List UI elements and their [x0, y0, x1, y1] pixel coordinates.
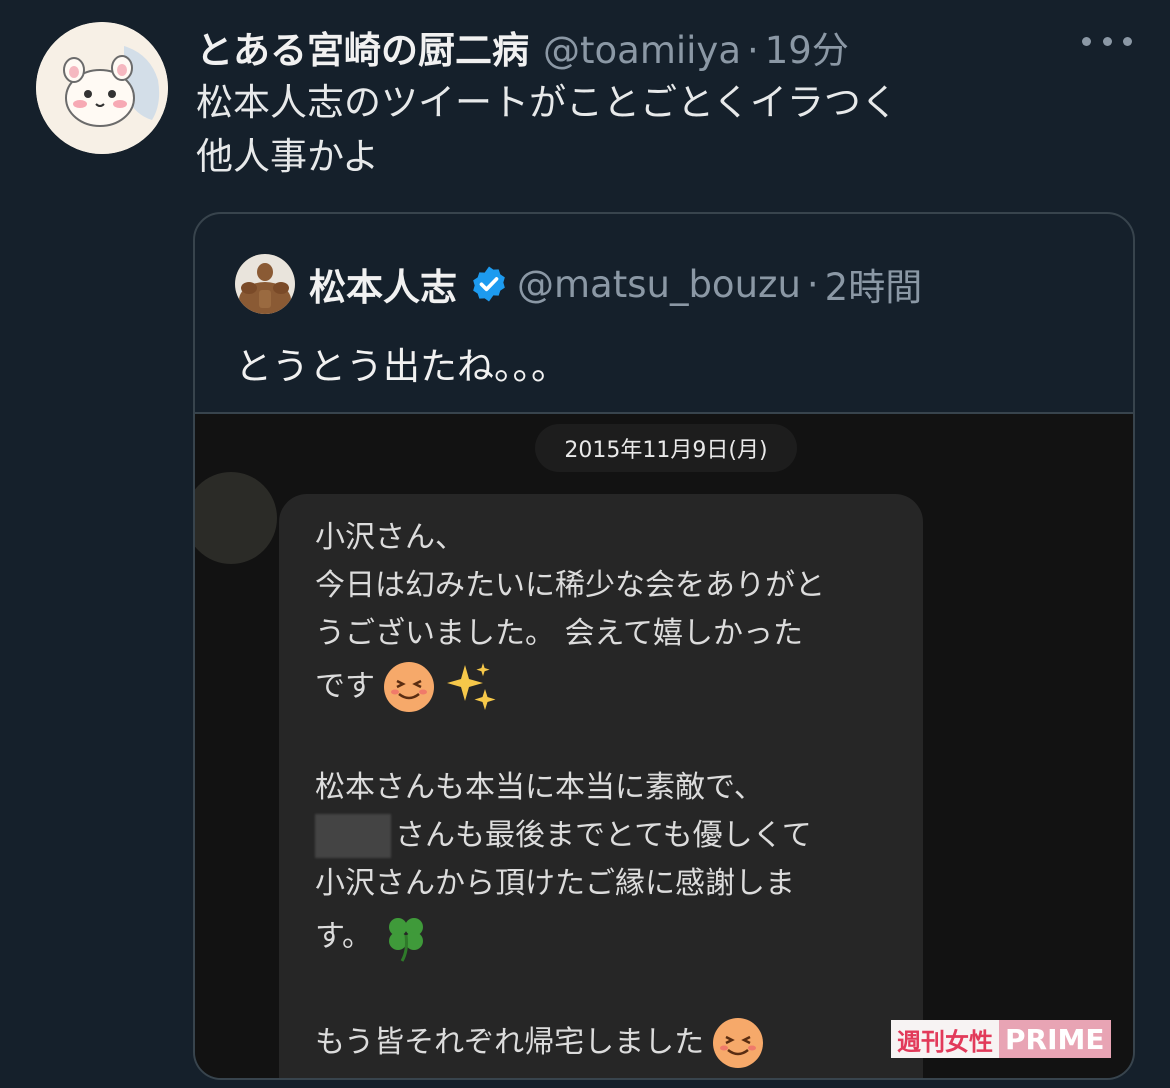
- quoted-user-handle[interactable]: @matsu_bouzu: [517, 263, 801, 306]
- tweet-text-line: 松本人志のツイートがことごとくイラつく: [196, 81, 898, 124]
- quoted-tweet-time[interactable]: 2時間: [825, 257, 923, 311]
- attached-image[interactable]: 2015年11月9日(月) 小沢さん、 今日は幻みたいに稀少な会をありがと うご…: [195, 412, 1133, 1080]
- hamster-avatar-icon: [36, 22, 168, 154]
- more-icon[interactable]: [1082, 26, 1132, 56]
- chat-date-label: 2015年11月9日(月): [535, 424, 797, 472]
- message-line: す。: [315, 908, 895, 966]
- tweet-header: とある宮崎の厨二病 @toamiiya · 19分: [196, 20, 849, 72]
- cat-emoji-icon: [701, 1074, 745, 1080]
- watermark-logo: 週刊女性 PRIME: [891, 1020, 1111, 1058]
- four-leaf-clover-emoji-icon: [389, 918, 423, 962]
- quoted-display-name[interactable]: 松本人志: [309, 257, 457, 311]
- four-leaf-clover-emoji-icon: [651, 1074, 695, 1080]
- watermark-text: 週刊女性: [891, 1020, 999, 1058]
- quoted-tweet[interactable]: 松本人志 @matsu_bouzu · 2時間 とうとう出たね。。。 2015年…: [193, 212, 1135, 1080]
- tweet-text-line: 他人事かよ: [196, 135, 380, 178]
- message-line: 今日は幻みたいに稀少な会をありがと: [315, 568, 825, 603]
- verified-badge-icon: [473, 266, 505, 302]
- sparkles-emoji-icon: [447, 663, 496, 710]
- message-line: うございました。 会えて嬉しかった: [315, 616, 804, 651]
- user-handle[interactable]: @toamiiya: [543, 29, 741, 72]
- tweet-text: 松本人志のツイートがことごとくイラつく 他人事かよ: [196, 76, 1096, 184]
- quoted-avatar[interactable]: [235, 254, 295, 314]
- message-line: です: [315, 658, 895, 716]
- avatar[interactable]: [36, 22, 168, 154]
- separator-dot: ·: [747, 29, 759, 72]
- message-line: さんも最後までとても優しくて: [315, 812, 895, 860]
- chat-sender-avatar: [195, 472, 277, 564]
- tweet-time[interactable]: 19分: [765, 20, 849, 74]
- message-line: 小沢さん、: [315, 520, 465, 555]
- separator-dot: ·: [806, 262, 819, 306]
- message-line: 松本さんも本当に本当に素敵で、: [315, 770, 764, 805]
- message-line: ありがとうございました: [315, 1072, 895, 1080]
- display-name[interactable]: とある宮崎の厨二病: [196, 20, 529, 74]
- smiling-face-emoji-icon: [713, 1018, 764, 1068]
- chat-message-bubble: 小沢さん、 今日は幻みたいに稀少な会をありがと うございました。 会えて嬉しかっ…: [279, 494, 923, 1080]
- redacted-name: [315, 814, 391, 858]
- quoted-tweet-text: とうとう出たね。。。: [235, 345, 568, 388]
- muscular-man-avatar-icon: [235, 254, 295, 314]
- quoted-tweet-header: 松本人志 @matsu_bouzu · 2時間: [235, 252, 922, 316]
- smiling-face-emoji-icon: [384, 662, 434, 712]
- message-line: 小沢さんから頂けたご縁に感謝しま: [315, 866, 795, 901]
- watermark-text: PRIME: [999, 1020, 1111, 1058]
- tweet-card[interactable]: とある宮崎の厨二病 @toamiiya · 19分 松本人志のツイートがことごと…: [0, 0, 1170, 1088]
- chat-message-text: 小沢さん、 今日は幻みたいに稀少な会をありがと うございました。 会えて嬉しかっ…: [315, 514, 895, 1080]
- message-line: もう皆それぞれ帰宅しました: [315, 1014, 895, 1072]
